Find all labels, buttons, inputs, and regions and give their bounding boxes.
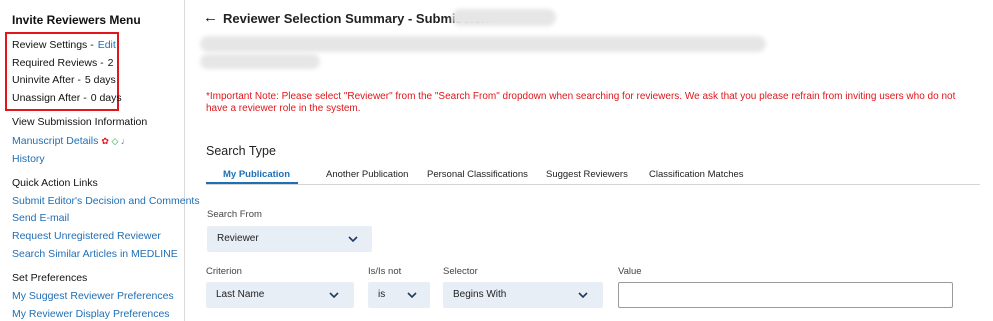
redacted-manuscript-title: [200, 36, 766, 52]
edit-review-settings-link[interactable]: Edit: [98, 39, 116, 51]
review-settings-label: Review Settings -: [12, 39, 94, 51]
search-type-heading: Search Type: [206, 144, 276, 158]
back-arrow-icon[interactable]: ←: [203, 9, 218, 26]
uninvite-after-value: 5 days: [84, 74, 116, 86]
search-from-select[interactable]: Reviewer: [207, 226, 372, 252]
uninvite-after-row: Uninvite After -5 days: [12, 74, 116, 86]
criterion-value: Last Name: [216, 289, 265, 300]
page-title: Reviewer Selection Summary - Submission: [223, 11, 490, 26]
isnot-select[interactable]: is: [368, 282, 430, 308]
value-input[interactable]: [618, 282, 953, 308]
sidebar-title: Invite Reviewers Menu: [12, 13, 141, 27]
active-tab-indicator: [206, 182, 298, 184]
tab-suggest-reviewers[interactable]: Suggest Reviewers: [546, 169, 628, 180]
suggest-reviewer-preferences-link[interactable]: My Suggest Reviewer Preferences: [12, 290, 174, 302]
value-label: Value: [618, 266, 642, 277]
required-reviews-label: Required Reviews -: [12, 57, 104, 69]
uninvite-after-label: Uninvite After -: [12, 74, 81, 86]
manuscript-details-link[interactable]: Manuscript Details: [12, 135, 98, 147]
quick-action-links-heading: Quick Action Links: [12, 177, 98, 189]
selector-select[interactable]: Begins With: [443, 282, 603, 308]
music-note-icon: ♩: [120, 136, 130, 146]
important-note: *Important Note: Please select "Reviewer…: [206, 91, 956, 114]
search-similar-articles-link[interactable]: Search Similar Articles in MEDLINE: [12, 248, 178, 260]
unassign-after-row: Unassign After -0 days: [12, 92, 122, 104]
tab-my-publication[interactable]: My Publication: [223, 169, 290, 180]
tab-another-publication[interactable]: Another Publication: [326, 169, 408, 180]
tab-classification-matches[interactable]: Classification Matches: [649, 169, 744, 180]
criterion-select[interactable]: Last Name: [206, 282, 354, 308]
criterion-label: Criterion: [206, 266, 242, 277]
unassign-after-value: 0 days: [90, 92, 122, 104]
chevron-down-icon: [329, 292, 339, 299]
set-preferences-heading: Set Preferences: [12, 272, 88, 284]
selector-label: Selector: [443, 266, 478, 277]
unassign-after-label: Unassign After -: [12, 92, 87, 104]
submit-editors-decision-link[interactable]: Submit Editor's Decision and Comments: [12, 195, 200, 207]
flower-icon: ✿: [101, 136, 109, 146]
search-from-label: Search From: [207, 209, 262, 220]
redacted-manuscript-title-line2: [200, 54, 320, 69]
selector-value: Begins With: [453, 289, 507, 300]
search-type-tabs: My Publication Another Publication Perso…: [206, 165, 980, 185]
search-from-value: Reviewer: [217, 233, 259, 244]
sidebar: Invite Reviewers Menu Review Settings - E…: [0, 0, 200, 321]
isnot-label: Is/Is not: [368, 266, 402, 277]
chevron-down-icon: [348, 236, 358, 243]
manuscript-status-icons: ✿ ◇ ♩: [101, 136, 130, 146]
tab-personal-classifications[interactable]: Personal Classifications: [427, 169, 528, 180]
history-link[interactable]: History: [12, 153, 45, 165]
manuscript-details-row: Manuscript Details ✿ ◇ ♩: [12, 135, 130, 147]
required-reviews-row: Required Reviews -2: [12, 57, 113, 69]
request-unregistered-reviewer-link[interactable]: Request Unregistered Reviewer: [12, 230, 161, 242]
view-submission-info-heading: View Submission Information: [12, 116, 148, 128]
reviewer-display-preferences-link[interactable]: My Reviewer Display Preferences: [12, 308, 170, 320]
review-settings-row: Review Settings - Edit: [12, 39, 116, 51]
isnot-value: is: [378, 289, 386, 300]
required-reviews-value: 2: [107, 57, 114, 69]
send-email-link[interactable]: Send E-mail: [12, 212, 69, 224]
redacted-submission-id: [452, 9, 556, 26]
chevron-down-icon: [407, 292, 417, 299]
chevron-down-icon: [578, 292, 588, 299]
diamond-icon: ◇: [111, 136, 119, 146]
